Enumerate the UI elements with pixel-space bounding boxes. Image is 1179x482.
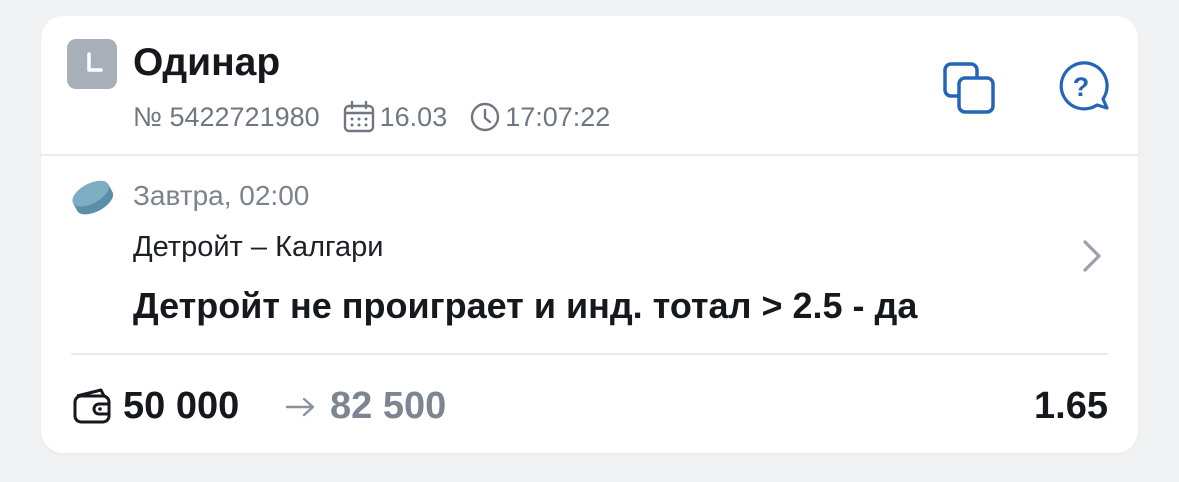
copy-icon <box>943 62 995 114</box>
wallet-icon <box>71 386 115 431</box>
svg-text:?: ? <box>1073 72 1090 102</box>
bet-meta: № 5422721980 16.03 17:07:22 <box>133 99 610 135</box>
event-start-time: Завтра, 02:00 <box>133 180 310 211</box>
arrow-right-icon <box>284 396 318 423</box>
copy-button[interactable] <box>939 58 999 118</box>
stake-amount: 50 000 <box>123 385 240 427</box>
hockey-puck-icon <box>69 178 117 223</box>
chevron-right-icon <box>1077 236 1107 281</box>
bet-header: Одинар № 5422721980 16.03 17:07:22 ? <box>41 16 1138 156</box>
bet-card: Одинар № 5422721980 16.03 17:07:22 ? Зав… <box>41 16 1138 453</box>
bet-type-title: Одинар <box>133 41 281 84</box>
time-icon <box>469 101 501 133</box>
bet-date: 16.03 <box>379 101 448 132</box>
divider <box>71 353 1108 355</box>
odds-value: 1.65 <box>1034 385 1108 427</box>
bet-summary: 50 000 82 500 1.65 <box>71 382 1108 430</box>
bet-time: 17:07:22 <box>505 101 611 132</box>
clock-icon <box>67 39 117 89</box>
payout-amount: 82 500 <box>330 385 447 427</box>
event-outcome: Детройт не проиграет и инд. тотал > 2.5 … <box>133 285 918 326</box>
help-button[interactable]: ? <box>1051 56 1113 118</box>
bet-number: № 5422721980 <box>133 101 320 132</box>
calendar-icon <box>342 100 376 134</box>
help-chat-icon: ? <box>1059 61 1109 111</box>
event-row[interactable]: Завтра, 02:00 Детройт – Калгари Детройт … <box>41 156 1138 352</box>
event-teams: Детройт – Калгари <box>133 231 384 263</box>
